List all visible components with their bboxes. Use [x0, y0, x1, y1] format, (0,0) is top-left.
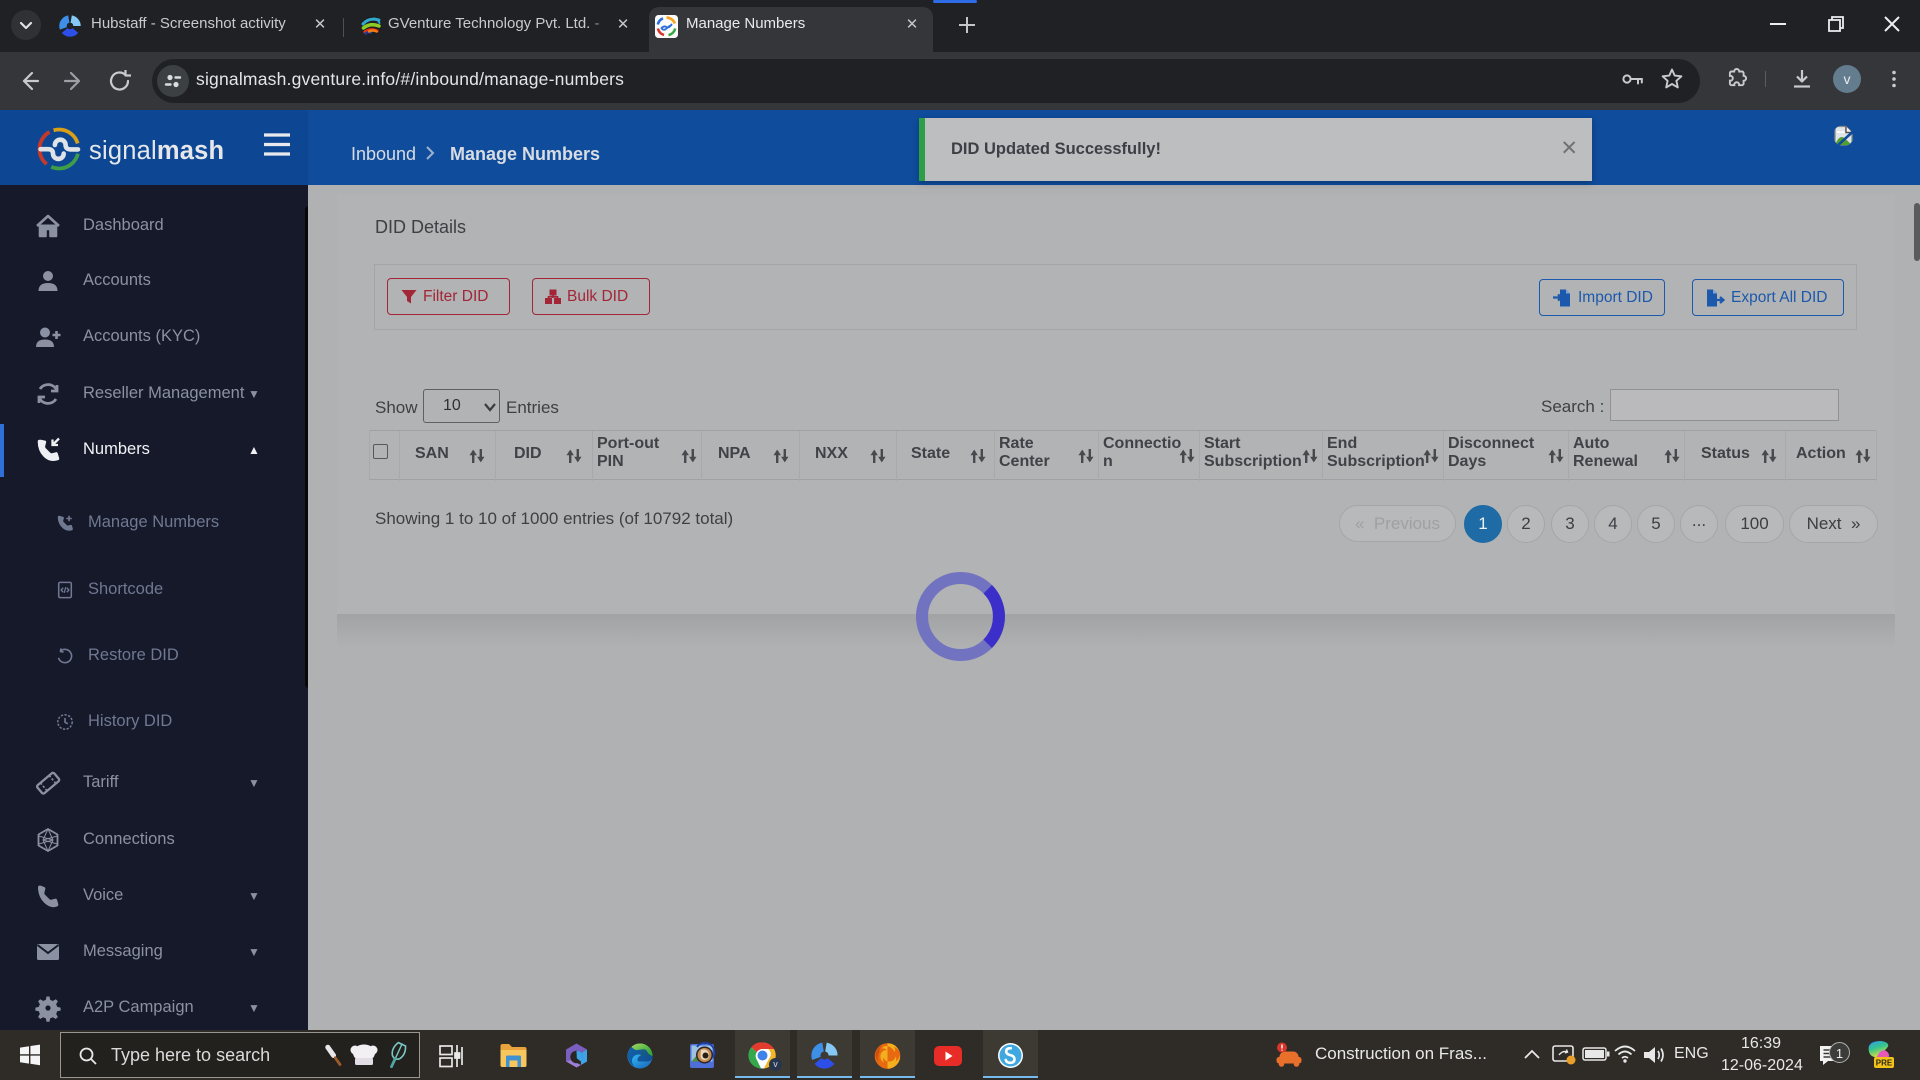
svg-text:PRE: PRE: [1876, 1059, 1893, 1068]
